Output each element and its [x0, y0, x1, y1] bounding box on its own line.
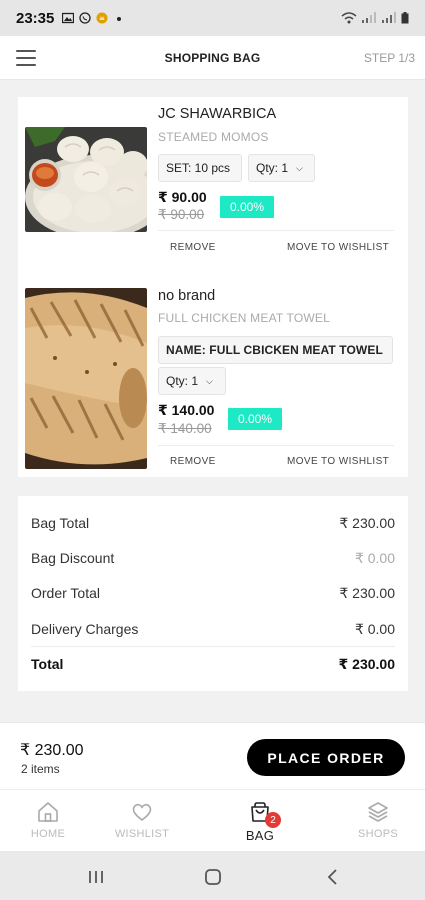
divider: [31, 646, 395, 647]
nav-item-wishlist[interactable]: WISHLIST: [102, 790, 182, 852]
bag-discount-label: Bag Discount: [31, 550, 115, 566]
nav-item-shops[interactable]: SHOPS: [338, 790, 418, 852]
bag-items-card: JC SHAWARBICA STEAMED MOMOS SET: 10 pcs …: [18, 97, 408, 477]
order-amount: ₹ 230.00: [20, 742, 84, 759]
heart-icon: [132, 803, 152, 821]
chevron-down-icon: ⌵: [296, 162, 303, 173]
divider: [158, 445, 394, 446]
nav-label: HOME: [30, 828, 66, 840]
place-order-button[interactable]: PLACE ORDER: [247, 739, 405, 776]
item-name: FULL CHICKEN MEAT TOWEL: [158, 311, 330, 325]
wifi-icon: [341, 12, 357, 24]
grand-total-label: Total: [31, 656, 64, 672]
item-price: ₹ 90.00: [158, 189, 207, 205]
home-icon: [38, 802, 58, 822]
nav-item-home[interactable]: HOME: [8, 790, 88, 852]
item-mrp: ₹ 90.00: [158, 207, 205, 222]
bottom-navigation: HOME WISHLIST 2 BAG SHOPS: [0, 789, 425, 851]
app-header: SHOPPING BAG STEP 1/3: [0, 36, 425, 80]
bag-discount-row: Bag Discount ₹ 0.00: [31, 550, 395, 567]
variant-label: NAME: FULL CBICKEN MEAT TOWEL: [166, 343, 383, 357]
layers-icon: [368, 802, 388, 822]
status-time: 23:35: [16, 9, 55, 27]
grand-total-value: ₹ 230.00: [338, 656, 395, 672]
bag-total-label: Bag Total: [31, 515, 90, 531]
move-to-wishlist-button[interactable]: MOVE TO WISHLIST: [287, 456, 389, 467]
chevron-down-icon: ⌵: [206, 375, 213, 386]
item-brand: JC SHAWARBICA: [158, 106, 277, 122]
battery-icon: [401, 12, 409, 24]
item-mrp: ₹ 140.00: [158, 421, 212, 436]
nav-label: WISHLIST: [114, 828, 170, 840]
remove-button[interactable]: REMOVE: [170, 242, 216, 253]
order-total-value: ₹ 230.00: [339, 585, 395, 601]
cart-count-badge: 2: [265, 812, 281, 828]
signal-1-icon: [362, 12, 376, 23]
app-notification-icon: ≡: [96, 12, 108, 24]
svg-text:≡: ≡: [99, 15, 105, 23]
variant-label: SET: 10 pcs: [166, 161, 231, 175]
bag-total-row: Bag Total ₹ 230.00: [31, 515, 395, 532]
home-button-icon[interactable]: [201, 865, 225, 889]
nav-item-bag[interactable]: 2 BAG: [220, 790, 300, 852]
item-brand: no brand: [158, 288, 216, 304]
signal-2-icon: [382, 12, 396, 23]
bag-discount-value: ₹ 0.00: [354, 550, 395, 566]
divider: [158, 230, 394, 231]
bag-total-value: ₹ 230.00: [339, 515, 395, 531]
item-count: 2 items: [21, 762, 60, 776]
status-bar: 23:35 ≡: [0, 0, 425, 36]
recent-apps-icon[interactable]: [84, 865, 108, 889]
remove-button[interactable]: REMOVE: [170, 456, 216, 467]
nav-label: SHOPS: [357, 828, 398, 840]
product-image-momos[interactable]: [25, 127, 147, 232]
quantity-label: Qty: 1: [166, 374, 199, 388]
grand-total-row: Total ₹ 230.00: [31, 656, 395, 673]
order-total-row: Order Total ₹ 230.00: [31, 585, 395, 602]
product-image-shawarma[interactable]: [25, 288, 147, 469]
bag-icon-wrapper: 2: [248, 800, 281, 828]
move-to-wishlist-button[interactable]: MOVE TO WISHLIST: [287, 242, 389, 253]
bag-item: JC SHAWARBICA STEAMED MOMOS SET: 10 pcs …: [18, 97, 408, 272]
page-title: SHOPPING BAG: [164, 50, 261, 65]
delivery-charges-label: Delivery Charges: [31, 621, 139, 637]
variant-selector[interactable]: NAME: FULL CBICKEN MEAT TOWEL: [158, 336, 393, 364]
discount-badge: 0.00%: [220, 196, 274, 218]
quantity-selector[interactable]: Qty: 1 ⌵: [158, 367, 226, 395]
quantity-selector[interactable]: Qty: 1 ⌵: [248, 154, 315, 182]
checkout-step-indicator: STEP 1/3: [363, 50, 415, 65]
more-notifications-dot-icon: [117, 17, 122, 21]
bag-summary-card: Bag Total ₹ 230.00 Bag Discount ₹ 0.00 O…: [18, 496, 408, 691]
system-navigation-bar: [0, 851, 425, 900]
gallery-icon: [62, 12, 75, 24]
item-name: STEAMED MOMOS: [158, 130, 269, 144]
delivery-charges-row: Delivery Charges ₹ 0.00: [31, 621, 395, 638]
bag-item: no brand FULL CHICKEN MEAT TOWEL NAME: F…: [18, 280, 408, 477]
item-price: ₹ 140.00: [158, 402, 215, 418]
quantity-label: Qty: 1: [256, 161, 289, 175]
order-summary-bar: ₹ 230.00 2 items PLACE ORDER: [0, 722, 425, 789]
nav-label: BAG: [245, 828, 275, 843]
whatsapp-icon: [79, 12, 92, 24]
variant-selector[interactable]: SET: 10 pcs: [158, 154, 242, 182]
order-total-label: Order Total: [31, 585, 100, 601]
discount-badge: 0.00%: [228, 408, 282, 430]
delivery-charges-value: ₹ 0.00: [354, 621, 395, 637]
back-icon[interactable]: [321, 865, 345, 889]
